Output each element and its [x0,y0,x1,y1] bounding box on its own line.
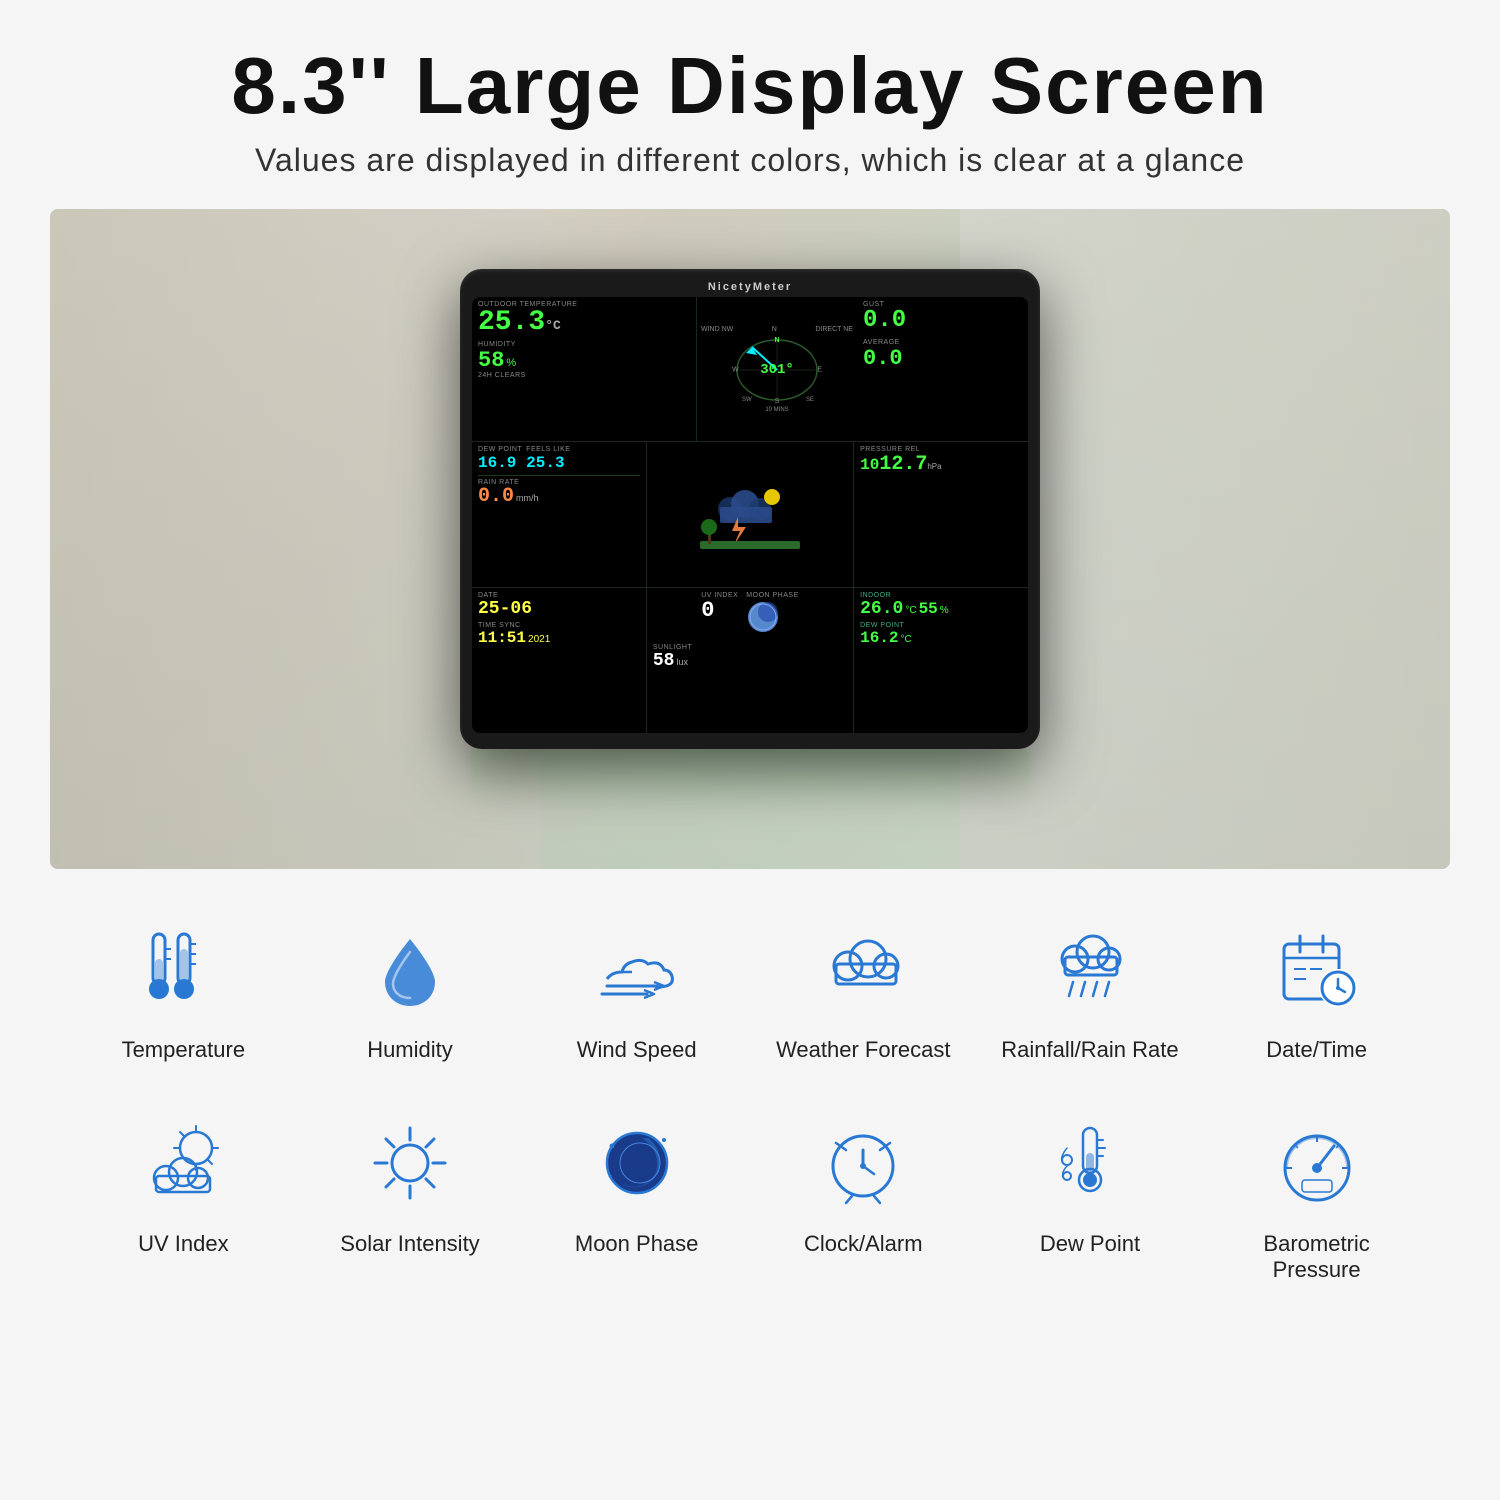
weather-forecast-label: Weather Forecast [776,1037,950,1063]
screen-row-3: DATE 25-06 TIME SYNC 11:51 2021 UV [472,588,1028,733]
date-value: 25-06 [478,600,640,618]
device-reflection [470,749,1030,809]
moon-icon [746,600,781,635]
weather-station-device: NicetyMeter OUTDOOR TEMPERATURE 25.3°C H… [460,269,1040,749]
main-title: 8.3'' Large Display Screen [231,40,1268,132]
dew-rain-cell: DEW POINT 16.9 FEELS LIKE 25.3 RAIN RATE [472,442,647,586]
feature-temperature: Temperature [83,919,283,1063]
pressure-cell: PRESSURE REL 10 12.7 hPa [854,442,1028,586]
rain-value: 0.0 [478,487,514,507]
indoor-dew-value: 16.2 [860,630,898,646]
weather-icons-cell [647,442,854,586]
moon-phase-icon [587,1113,687,1213]
dew-point-icon [1040,1113,1140,1213]
average-value: 0.0 [863,348,1022,370]
weather-forecast-icon [700,479,800,549]
sunlight-value: 58 [653,652,675,670]
device-brand: NicetyMeter [472,281,1028,293]
feature-wind-speed: Wind Speed [537,919,737,1063]
datetime-label: Date/Time [1266,1037,1367,1063]
time-value: 11:51 [478,630,526,646]
device-screen: OUTDOOR TEMPERATURE 25.3°C HUMIDITY 58 %… [472,297,1028,733]
humidity-label: Humidity [367,1037,453,1063]
clock-alarm-label: Clock/Alarm [804,1231,923,1257]
feature-datetime: Date/Time [1217,919,1417,1063]
datetime-cell: DATE 25-06 TIME SYNC 11:51 2021 [472,588,647,733]
feature-clock-alarm: Clock/Alarm [763,1113,963,1283]
temperature-label: Temperature [122,1037,246,1063]
wind-speed-label: Wind Speed [577,1037,697,1063]
dew-point-value: 16.9 [478,455,522,471]
temperature-icon [133,919,233,1019]
page-header: 8.3'' Large Display Screen Values are di… [211,0,1288,189]
humidity-label: HUMIDITY [478,341,690,349]
solar-intensity-icon [360,1113,460,1213]
outdoor-temp-cell: OUTDOOR TEMPERATURE 25.3°C HUMIDITY 58 %… [472,297,697,441]
rainfall-icon [1040,919,1140,1019]
features-section: Temperature Humidity [50,869,1450,1363]
subtitle: Values are displayed in different colors… [231,142,1268,179]
wind-speed-icon [587,919,687,1019]
screen-row-1: OUTDOOR TEMPERATURE 25.3°C HUMIDITY 58 %… [472,297,1028,442]
outdoor-temp-value: 25.3°C [478,309,690,337]
feature-humidity: Humidity [310,919,510,1063]
feature-rainfall: Rainfall/Rain Rate [990,919,1190,1063]
feature-uv-index: UV Index [83,1113,283,1283]
indoor-cell: INDOOR 26.0 °C 55 % DEW POINT 16.2 °C [854,588,1028,733]
features-row-1: Temperature Humidity [70,919,1430,1063]
pressure-value2: 12.7 [879,455,927,475]
compass-circle: 301° N S W E SW SE [732,335,822,405]
moon-phase-label: Moon Phase [575,1231,699,1257]
humidity-value: 58 [478,350,504,372]
gust-cell: GUST 0.0 AVERAGE 0.0 [857,297,1028,441]
clock-alarm-icon [813,1113,913,1213]
weather-forecast-icon [813,919,913,1019]
uv-moon-cell: UV INDEX 0 MOON PHASE [647,588,854,733]
feature-moon-phase: Moon Phase [537,1113,737,1283]
gust-value: 0.0 [863,309,1022,333]
datetime-icon [1267,919,1367,1019]
uv-index-icon [133,1113,233,1213]
feature-barometric-pressure: Barometric Pressure [1217,1113,1417,1283]
compass-value: 301° [760,362,794,378]
barometric-pressure-icon [1267,1113,1367,1213]
solar-intensity-label: Solar Intensity [340,1231,479,1257]
feature-dew-point: Dew Point [990,1113,1190,1283]
feature-solar-intensity: Solar Intensity [310,1113,510,1283]
features-row-2: UV Index Solar Intensity [70,1113,1430,1283]
time-year: 2021 [528,634,550,645]
barometric-pressure-label: Barometric Pressure [1217,1231,1417,1283]
feature-weather-forecast: Weather Forecast [763,919,963,1063]
pressure-value1: 10 [860,457,879,473]
dew-point-label: Dew Point [1040,1231,1140,1257]
screen-row-2: DEW POINT 16.9 FEELS LIKE 25.3 RAIN RATE [472,442,1028,587]
uv-index-label: UV Index [138,1231,229,1257]
uv-value: 0 [701,600,738,622]
indoor-temp: 26.0 [860,600,903,618]
room-background: NicetyMeter OUTDOOR TEMPERATURE 25.3°C H… [50,209,1450,869]
rainfall-label: Rainfall/Rain Rate [1001,1037,1178,1063]
indoor-humidity: 55 [919,601,938,617]
humidity-icon [360,919,460,1019]
wind-compass-cell: WIND NW N DIRECT NE [697,297,857,441]
feels-like-value: 25.3 [526,455,570,471]
